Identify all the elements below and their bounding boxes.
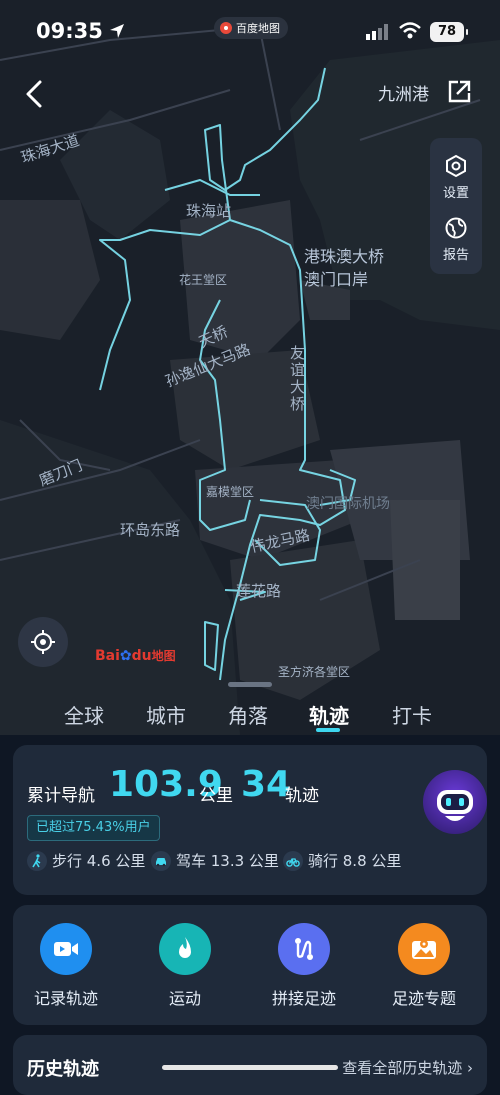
- map-canvas: [0, 0, 500, 735]
- settings-label: 设置: [442, 186, 469, 201]
- back-arrow-icon[interactable]: [20, 74, 50, 114]
- history-title: 历史轨迹: [27, 1059, 99, 1080]
- actions-card: 记录轨迹 运动 拼接足迹 足迹专题: [13, 905, 487, 1025]
- drag-handle[interactable]: [228, 682, 272, 687]
- map-label-shengfangji: 圣方济各堂区: [278, 665, 351, 679]
- robot-icon: [437, 790, 473, 821]
- app-pill-label: 百度地图: [236, 22, 280, 35]
- walk-icon: [27, 850, 47, 871]
- car-icon: [151, 850, 171, 871]
- route-link-icon: [278, 923, 330, 975]
- walk-stat: 步行 4.6 公里: [27, 850, 145, 871]
- record-track-label: 记录轨迹: [33, 989, 98, 1008]
- tracks-unit: 轨迹: [285, 786, 319, 806]
- globe-icon: [445, 217, 467, 239]
- record-track-button[interactable]: 记录轨迹: [11, 923, 121, 1009]
- location-arrow-icon: [110, 24, 124, 38]
- ride-stat: 骑行 8.8 公里: [283, 850, 401, 871]
- stitch-footprint-button[interactable]: 拼接足迹: [249, 923, 359, 1009]
- tracks-value: 34: [241, 764, 292, 805]
- status-time: 09:35: [36, 19, 103, 43]
- map-view[interactable]: 珠海大道 珠海站 港珠澳大桥 澳门口岸 花王堂区 天桥 孙逸仙大马路 友谊大桥 …: [0, 0, 500, 735]
- exercise-label: 运动: [168, 989, 201, 1008]
- battery-indicator: 78: [430, 22, 468, 42]
- tab-track[interactable]: 轨迹: [309, 700, 349, 729]
- drive-text: 驾车 13.3 公里: [176, 852, 279, 870]
- status-bar: 09:35 百度地图 78: [0, 0, 500, 64]
- bike-icon: [283, 850, 303, 871]
- map-label-lianhua: 莲花路: [236, 582, 282, 600]
- tab-corner[interactable]: 角落: [228, 700, 268, 729]
- stats-title: 累计导航: [27, 786, 95, 806]
- map-label-macau-port: 澳门口岸: [304, 270, 369, 289]
- view-all-history-link[interactable]: 查看全部历史轨迹 ›: [342, 1057, 473, 1078]
- app-pill[interactable]: 百度地图: [214, 17, 288, 39]
- map-label-youyi-bridge: 友谊大桥: [290, 344, 306, 413]
- map-label-hongkong-bridge: 港珠澳大桥: [304, 247, 385, 266]
- map-label-huandao: 环岛东路: [120, 521, 181, 539]
- signal-icon: [366, 24, 388, 40]
- tab-global[interactable]: 全球: [64, 700, 104, 729]
- ride-text: 骑行 8.8 公里: [308, 852, 402, 870]
- crosshair-icon: [31, 630, 55, 654]
- location-label: 九洲港: [378, 85, 429, 105]
- stats-card: 累计导航 103.9 公里 34 轨迹 已超过75.43%用户 步行 4.6 公…: [13, 745, 487, 895]
- map-label-huawang: 花王堂区: [179, 273, 228, 287]
- distance-unit: 公里: [199, 786, 233, 806]
- picture-pin-icon: [398, 923, 450, 975]
- wifi-icon: [399, 22, 421, 39]
- share-icon[interactable]: [446, 79, 472, 105]
- flame-icon: [159, 923, 211, 975]
- exercise-button[interactable]: 运动: [130, 923, 240, 1009]
- robot-avatar[interactable]: [423, 770, 487, 834]
- map-label-zhuhai-station: 珠海站: [186, 202, 232, 220]
- tab-city[interactable]: 城市: [146, 700, 186, 729]
- settings-button[interactable]: 设置: [430, 154, 482, 201]
- video-camera-icon: [40, 923, 92, 975]
- drive-stat: 驾车 13.3 公里: [151, 850, 279, 871]
- locate-button[interactable]: [18, 617, 68, 667]
- report-button[interactable]: 报告: [430, 216, 482, 263]
- footprint-topic-button[interactable]: 足迹专题: [369, 923, 479, 1009]
- baidu-logo: Bai✿du地图: [95, 648, 176, 664]
- walk-text: 步行 4.6 公里: [52, 852, 146, 870]
- map-label-airport: 澳门国际机场: [306, 496, 390, 512]
- exceed-badge: 已超过75.43%用户: [27, 815, 160, 841]
- settings-hexagon-icon: [446, 154, 466, 178]
- category-tabs: 全球 城市 角落 轨迹 打卡: [0, 698, 500, 738]
- report-label: 报告: [442, 248, 469, 263]
- map-label-jiamo: 嘉模堂区: [206, 485, 255, 499]
- home-indicator: [162, 1065, 338, 1070]
- baidu-map-icon: [220, 22, 232, 34]
- footprint-topic-label: 足迹专题: [391, 989, 456, 1008]
- active-tab-indicator: [316, 728, 340, 732]
- map-side-panel: 设置 报告: [430, 138, 482, 274]
- stitch-footprint-label: 拼接足迹: [271, 989, 336, 1008]
- tab-checkin[interactable]: 打卡: [392, 700, 432, 729]
